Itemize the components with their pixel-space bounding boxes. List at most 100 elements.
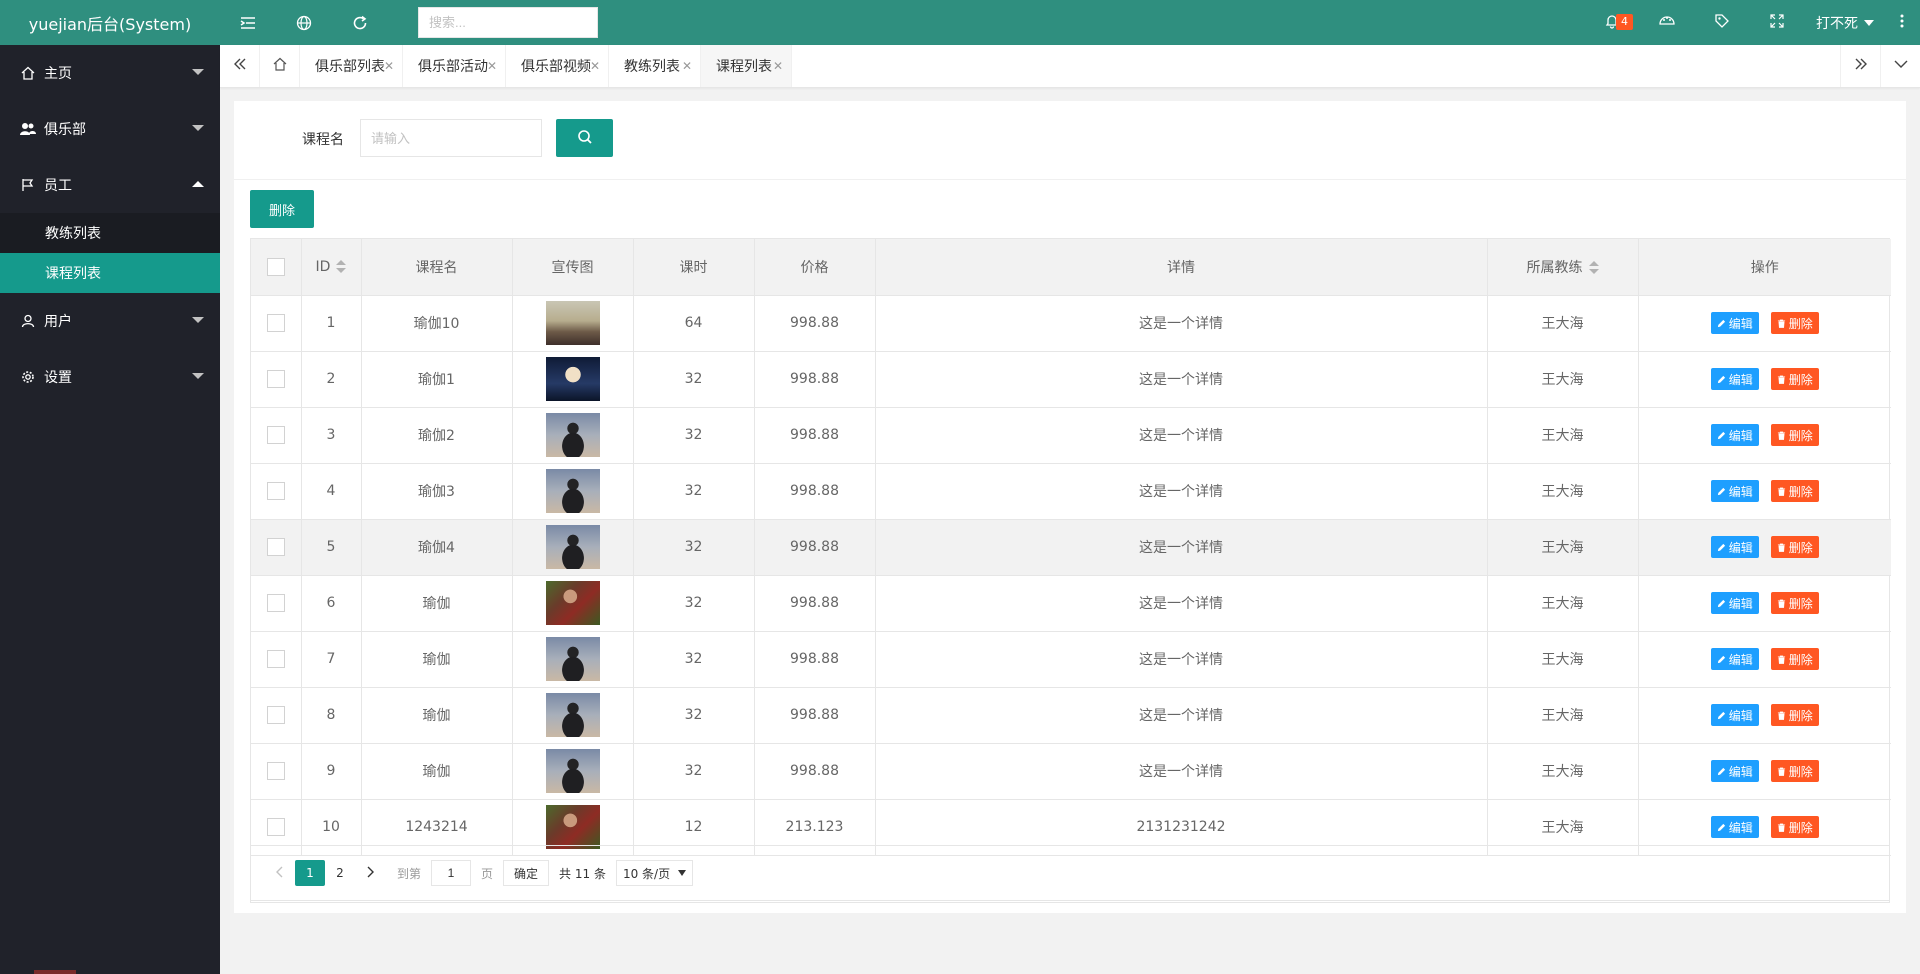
sort-icon[interactable] [336, 259, 347, 274]
tab-coach-list[interactable]: 教练列表 ✕ [609, 45, 701, 87]
promo-image[interactable] [545, 357, 600, 401]
row-checkbox[interactable] [266, 594, 285, 612]
delete-button[interactable]: 删除 [1770, 704, 1819, 726]
edit-button[interactable]: 编辑 [1710, 368, 1759, 390]
topbar: 4 打不死 [220, 0, 1920, 45]
promo-image[interactable] [545, 749, 600, 793]
edit-button[interactable]: 编辑 [1710, 704, 1759, 726]
tab-home[interactable] [260, 45, 300, 87]
edit-button[interactable]: 编辑 [1710, 648, 1759, 670]
user-name: 打不死 [1816, 15, 1858, 32]
refresh-icon[interactable] [332, 0, 388, 45]
batch-delete-button[interactable]: 删除 [250, 190, 314, 228]
cell-detail: 这是一个详情 [875, 295, 1488, 352]
content-card: 课程名 删除 ID 课程名 宣传图 课时 价格 详情 [234, 101, 1906, 913]
sort-icon[interactable] [1588, 260, 1599, 275]
promo-image[interactable] [545, 637, 600, 681]
page-jump-input[interactable] [431, 860, 472, 886]
tabs-menu-button[interactable] [1880, 45, 1920, 87]
column-header-id[interactable]: ID [301, 239, 362, 296]
promo-image[interactable] [545, 301, 600, 345]
sidebar-item-club[interactable]: 俱乐部 [0, 101, 220, 157]
sidebar-item-home[interactable]: 主页 [0, 45, 220, 101]
sidebar-item-label: 主页 [44, 66, 72, 82]
column-header-hours: 课时 [633, 239, 755, 296]
row-checkbox[interactable] [266, 706, 285, 724]
delete-button[interactable]: 删除 [1770, 648, 1819, 670]
next-page-button[interactable] [355, 860, 385, 886]
column-header-coach[interactable]: 所属教练 [1487, 239, 1639, 296]
delete-button[interactable]: 删除 [1770, 536, 1819, 558]
cell-actions: 编辑 删除 [1638, 687, 1891, 744]
row-checkbox[interactable] [266, 314, 285, 332]
select-all-checkbox[interactable] [266, 257, 285, 276]
globe-icon[interactable] [276, 0, 332, 45]
more-menu-button[interactable] [1884, 0, 1920, 45]
close-icon[interactable]: ✕ [773, 59, 783, 73]
edit-button[interactable]: 编辑 [1710, 424, 1759, 446]
delete-button[interactable]: 删除 [1770, 480, 1819, 502]
close-icon[interactable]: ✕ [487, 59, 497, 73]
theme-button[interactable] [1639, 0, 1694, 45]
row-checkbox[interactable] [266, 650, 285, 668]
promo-image[interactable] [545, 469, 600, 513]
column-header-actions: 操作 [1638, 239, 1891, 296]
edit-button[interactable]: 编辑 [1710, 312, 1759, 334]
edit-button[interactable]: 编辑 [1710, 816, 1759, 838]
row-checkbox[interactable] [266, 482, 285, 500]
prev-page-button[interactable] [265, 860, 295, 886]
row-checkbox[interactable] [266, 370, 285, 388]
tab-label: 俱乐部视频 [521, 59, 591, 75]
promo-image[interactable] [545, 413, 600, 457]
course-name-input[interactable] [360, 119, 542, 157]
tab-club-list[interactable]: 俱乐部列表 ✕ [300, 45, 403, 87]
edit-button[interactable]: 编辑 [1710, 592, 1759, 614]
delete-button[interactable]: 删除 [1770, 424, 1819, 446]
page-size-select[interactable]: 10 条/页 [615, 860, 694, 886]
close-icon[interactable]: ✕ [590, 59, 600, 73]
tag-button[interactable] [1694, 0, 1749, 45]
user-menu[interactable]: 打不死 [1804, 0, 1884, 45]
notification-button[interactable]: 4 [1584, 0, 1639, 45]
tabs-scroll-right-button[interactable] [1840, 45, 1880, 87]
sidebar-item-course-list[interactable]: 课程列表 [0, 253, 220, 293]
promo-image[interactable] [545, 693, 600, 737]
fullscreen-button[interactable] [1749, 0, 1804, 45]
cell-image [512, 295, 634, 352]
tab-club-video[interactable]: 俱乐部视频 ✕ [506, 45, 609, 87]
sidebar-item-coach-list[interactable]: 教练列表 [0, 213, 220, 253]
sidebar-item-settings[interactable]: 设置 [0, 349, 220, 405]
tab-course-list[interactable]: 课程列表 ✕ [701, 45, 792, 87]
tab-club-activity[interactable]: 俱乐部活动 ✕ [403, 45, 506, 87]
search-button[interactable] [556, 119, 613, 157]
cell-hours: 32 [633, 407, 755, 464]
sidebar-item-staff[interactable]: 员工 [0, 157, 220, 213]
delete-button[interactable]: 删除 [1770, 368, 1819, 390]
delete-button[interactable]: 删除 [1770, 816, 1819, 838]
close-icon[interactable]: ✕ [682, 59, 692, 73]
cell-coach: 王大海 [1487, 631, 1639, 688]
close-icon[interactable]: ✕ [384, 59, 394, 73]
edit-button[interactable]: 编辑 [1710, 480, 1759, 502]
row-checkbox[interactable] [266, 426, 285, 444]
global-search-input[interactable] [418, 7, 598, 38]
delete-button[interactable]: 删除 [1770, 312, 1819, 334]
row-checkbox[interactable] [266, 538, 285, 556]
row-checkbox[interactable] [266, 818, 285, 836]
delete-button[interactable]: 删除 [1770, 592, 1819, 614]
row-checkbox[interactable] [266, 762, 285, 780]
promo-image[interactable] [545, 805, 600, 849]
edit-button[interactable]: 编辑 [1710, 536, 1759, 558]
promo-image[interactable] [545, 525, 600, 569]
delete-button[interactable]: 删除 [1770, 760, 1819, 782]
edit-button[interactable]: 编辑 [1710, 760, 1759, 782]
cell-hours: 32 [633, 575, 755, 632]
page-button[interactable]: 2 [325, 860, 355, 886]
sidebar-item-user[interactable]: 用户 [0, 293, 220, 349]
page-button[interactable]: 1 [295, 860, 325, 886]
app-logo[interactable]: yuejian后台(System) [0, 0, 220, 45]
page-jump-confirm-button[interactable]: 确定 [503, 860, 550, 886]
tabs-scroll-left-button[interactable] [220, 45, 260, 87]
promo-image[interactable] [545, 581, 600, 625]
menu-toggle-icon[interactable] [220, 0, 276, 45]
